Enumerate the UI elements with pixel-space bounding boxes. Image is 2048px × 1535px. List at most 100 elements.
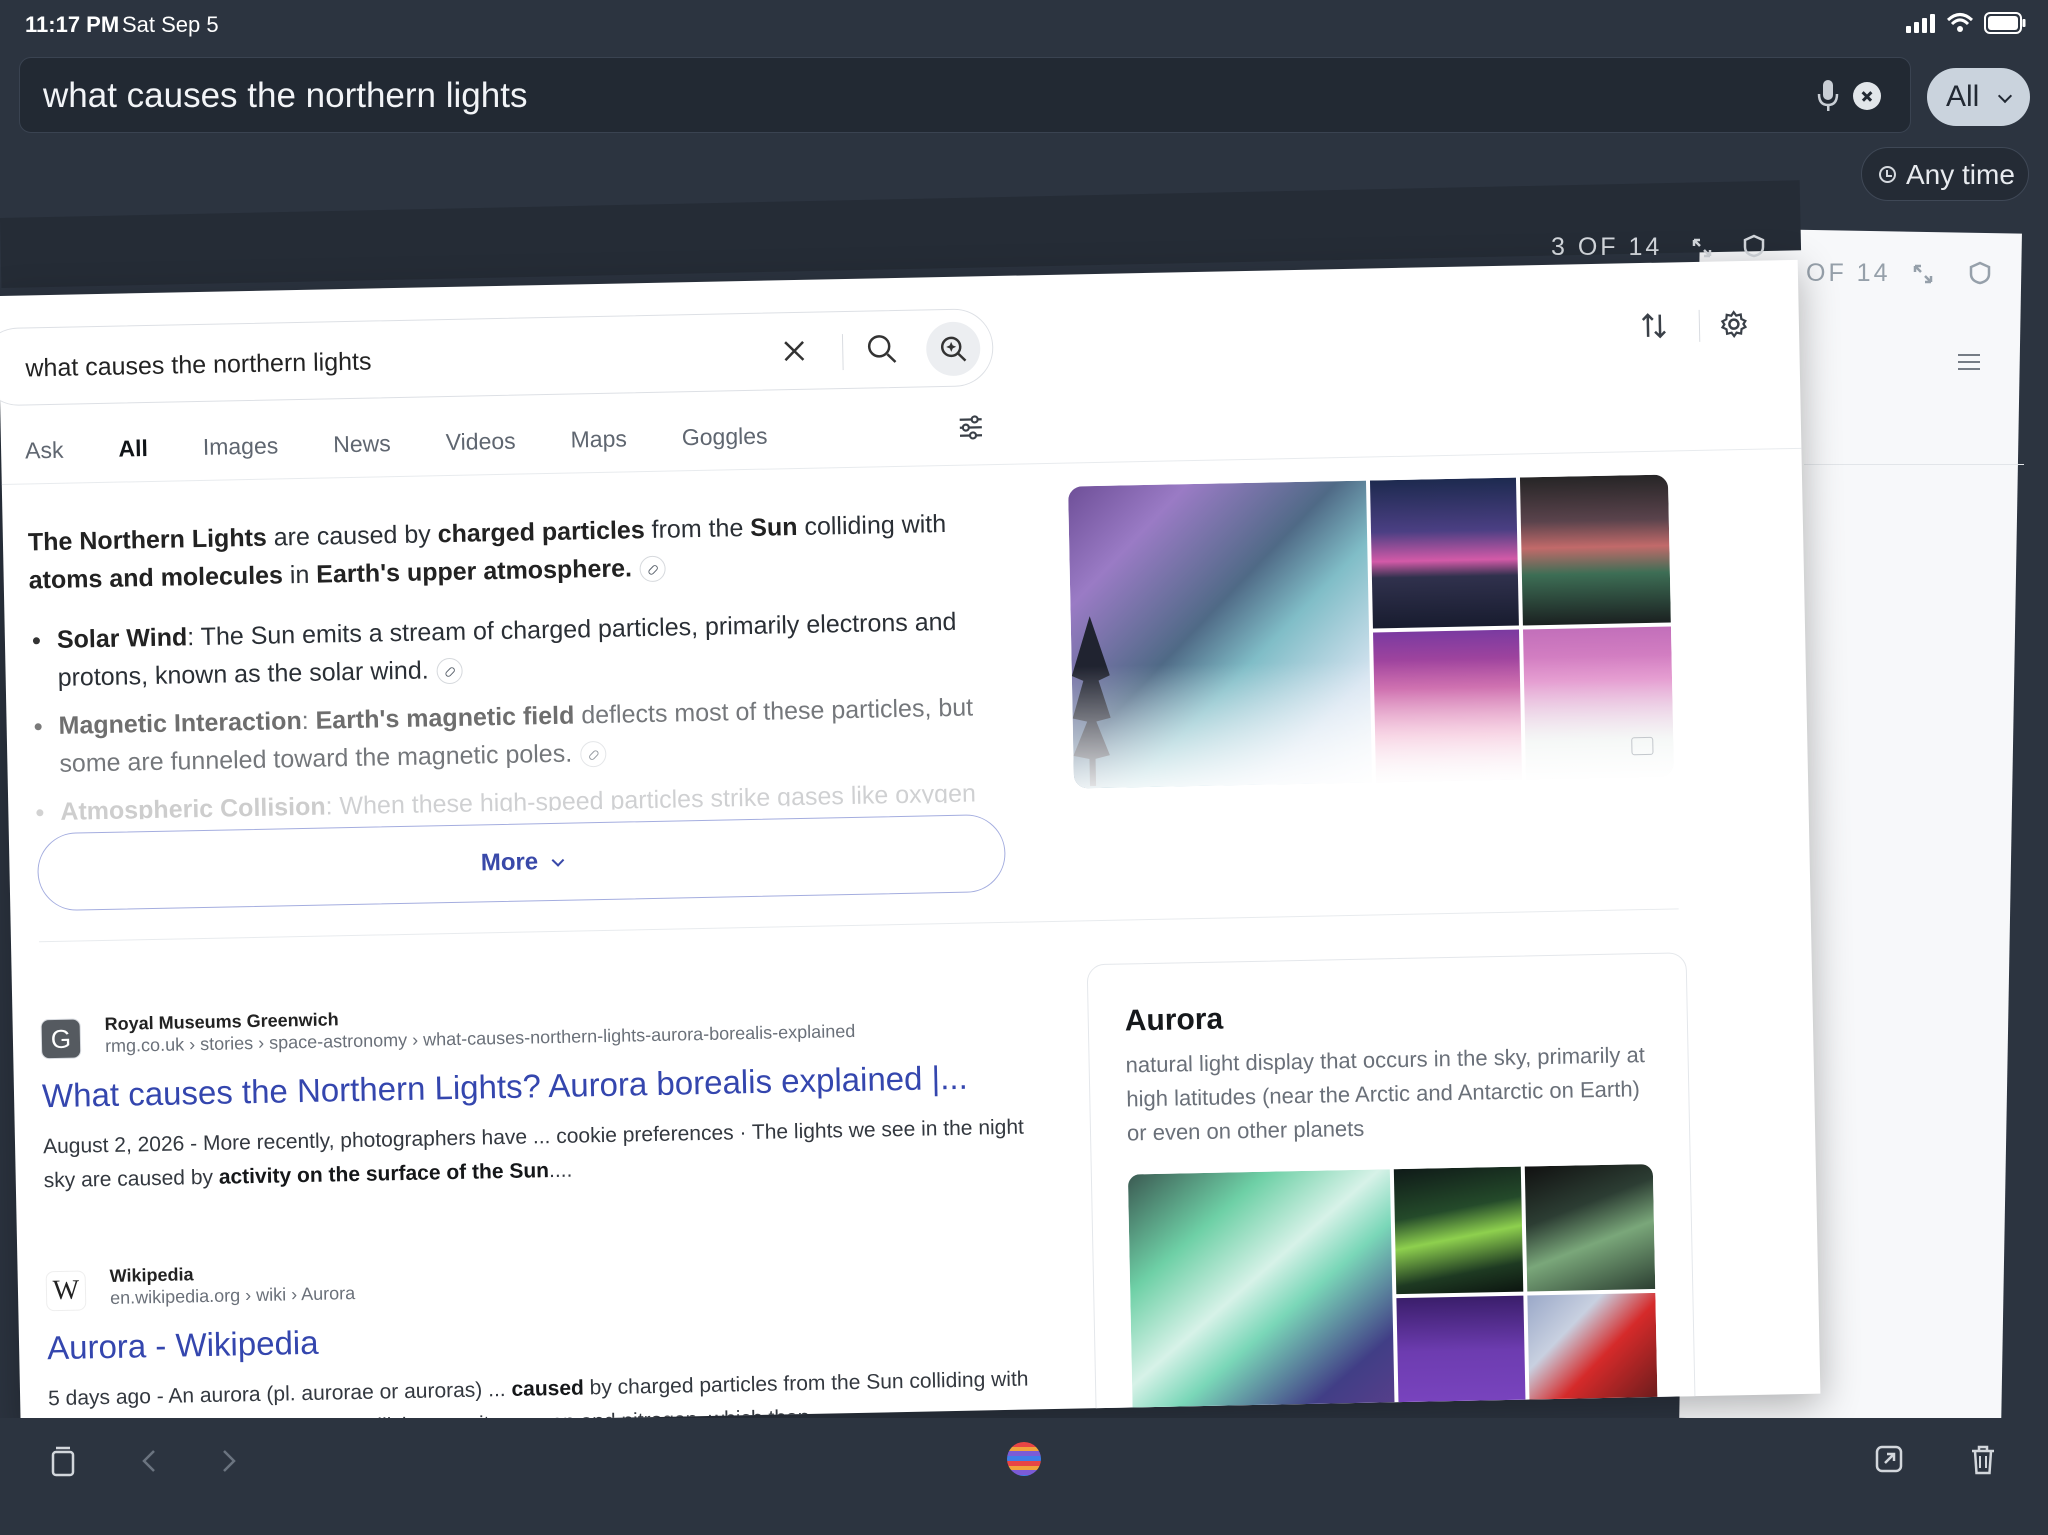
summary-text: The Northern Lights [27, 523, 268, 557]
search-result[interactable]: W Wikipedia en.wikipedia.org › wiki › Au… [45, 1247, 1066, 1430]
shield-icon[interactable] [1743, 234, 1765, 258]
knowledge-image[interactable] [1393, 1166, 1524, 1295]
hamburger-menu-icon[interactable] [1958, 354, 1980, 370]
open-external-icon[interactable] [1874, 1444, 1904, 1474]
summary-text: atoms and molecules [28, 561, 284, 595]
search-results-page[interactable]: what causes the northern lights Ask All … [0, 259, 1821, 1430]
visual-search-icon [940, 336, 967, 362]
tab-counter: 3 OF 14 [1551, 233, 1663, 261]
knowledge-images[interactable] [1127, 1163, 1658, 1425]
knowledge-image[interactable] [1527, 1292, 1658, 1417]
tab-news[interactable]: News [333, 426, 391, 467]
trash-icon[interactable] [1969, 1444, 1997, 1476]
ai-summary: The Northern Lights are caused by charge… [28, 504, 994, 831]
more-button[interactable]: More [36, 813, 1007, 912]
knowledge-image[interactable] [1396, 1295, 1526, 1420]
close-icon[interactable] [780, 337, 809, 366]
knowledge-title: Aurora [1124, 1002, 1224, 1038]
search-scope-dropdown[interactable]: All [1927, 68, 2030, 126]
cellular-signal-icon [1906, 14, 1935, 33]
tab-videos[interactable]: Videos [445, 424, 516, 465]
time-filter-button[interactable]: Any time [1861, 147, 2029, 201]
status-date: Sat Sep 5 [122, 12, 219, 37]
forward-arrow-icon[interactable] [218, 1444, 240, 1478]
image-icon[interactable] [1631, 736, 1654, 756]
tab-maps[interactable]: Maps [570, 421, 627, 462]
summary-text: from the [644, 513, 751, 545]
summary-text: in [282, 560, 317, 590]
site-favicon: G [40, 1018, 82, 1060]
chevron-down-icon [1997, 88, 2013, 104]
summary-text: are caused by [266, 520, 438, 552]
time-filter-label: Any time [1906, 159, 2015, 190]
search-scope-label: All [1946, 80, 1980, 113]
summary-text: colliding with [797, 510, 947, 541]
divider [1804, 464, 2024, 465]
page-search-text[interactable]: what causes the northern lights [25, 348, 372, 384]
wifi-icon [1946, 13, 1974, 32]
knowledge-image[interactable] [1127, 1169, 1395, 1425]
snippet-text: activity on the surface of the Sun [218, 1159, 550, 1189]
summary-lead: The Northern Lights are caused by charge… [28, 504, 989, 599]
microphone-icon[interactable] [1816, 78, 1840, 114]
bullet-text: : When these high-speed particles strike… [325, 779, 977, 821]
snippet-text: .... [548, 1158, 573, 1183]
snippet-text: 5 days ago - An aurora (pl. aurorae or a… [47, 1377, 512, 1411]
citation-link-icon[interactable] [579, 741, 607, 768]
tab-images[interactable]: Images [202, 428, 279, 470]
search-type-tabs: Ask All Images News Videos Maps Goggles [25, 417, 823, 473]
filter-icon[interactable] [956, 412, 987, 443]
sort-icon[interactable] [1639, 310, 1670, 341]
gallery-image[interactable] [1519, 474, 1671, 626]
summary-text: charged particles [437, 516, 645, 549]
shield-icon[interactable] [1969, 261, 1991, 285]
status-time: 11:17 PM [25, 12, 120, 37]
knowledge-description: natural light display that occurs in the… [1125, 1042, 1646, 1146]
summary-text: Sun [749, 513, 798, 542]
expand-icon[interactable] [1911, 262, 1935, 286]
summary-bullet: Atmospheric Collision: When these high-s… [33, 774, 993, 821]
bullet-term: Solar Wind [56, 623, 188, 654]
result-snippet: August 2, 2026 - More recently, photogra… [43, 1110, 1054, 1198]
result-title-link[interactable]: Aurora - Wikipedia [47, 1324, 319, 1367]
citation-link-icon[interactable] [436, 658, 463, 685]
visual-search-button[interactable] [925, 321, 981, 377]
gallery-image[interactable] [1369, 477, 1519, 629]
citation-link-icon[interactable] [639, 556, 667, 583]
tab-all[interactable]: All [118, 431, 148, 472]
summary-bullet: Solar Wind: The Sun emits a stream of ch… [30, 602, 991, 697]
snippet-text: caused [511, 1376, 585, 1401]
address-search-field[interactable]: what causes the northern lights [19, 57, 1911, 133]
status-bar: 11:17 PM Sat Sep 5 [0, 0, 2048, 48]
gear-icon[interactable] [1719, 309, 1750, 340]
search-result[interactable]: G Royal Museums Greenwich rmg.co.uk › st… [40, 995, 1060, 1192]
browser-logo-icon[interactable] [1007, 1442, 1041, 1476]
divider [38, 908, 1679, 943]
page-search-field[interactable]: what causes the northern lights [0, 308, 995, 407]
clear-search-icon[interactable] [1853, 82, 1881, 110]
bottom-toolbar [0, 1418, 2048, 1535]
bullet-term: Magnetic Interaction [58, 706, 302, 740]
chevron-down-icon [551, 854, 564, 867]
tab-ask[interactable]: Ask [25, 433, 64, 474]
tabs-icon[interactable] [48, 1444, 78, 1478]
site-name[interactable]: Wikipedia [109, 1264, 193, 1287]
clock-icon [1879, 166, 1896, 183]
image-gallery[interactable] [1068, 474, 1674, 789]
back-arrow-icon[interactable] [138, 1444, 160, 1478]
divider [1698, 309, 1701, 342]
result-title-link[interactable]: What causes the Northern Lights? Aurora … [42, 1059, 968, 1116]
knowledge-panel[interactable]: Aurora natural light display that occurs… [1086, 952, 1696, 1425]
search-icon[interactable] [866, 333, 899, 366]
address-search-text[interactable]: what causes the northern lights [43, 76, 527, 116]
background-tab-counter: OF 14 [1806, 259, 1891, 287]
expand-icon[interactable] [1690, 236, 1714, 260]
knowledge-image[interactable] [1524, 1163, 1656, 1292]
site-url[interactable]: en.wikipedia.org › wiki › Aurora [110, 1283, 355, 1309]
site-favicon: W [45, 1270, 87, 1312]
tab-goggles[interactable]: Goggles [681, 419, 768, 461]
status-icons [1906, 12, 2026, 34]
bullet-term: Atmospheric Collision [60, 792, 326, 822]
bullet-text: : [301, 706, 316, 735]
divider [841, 334, 844, 371]
